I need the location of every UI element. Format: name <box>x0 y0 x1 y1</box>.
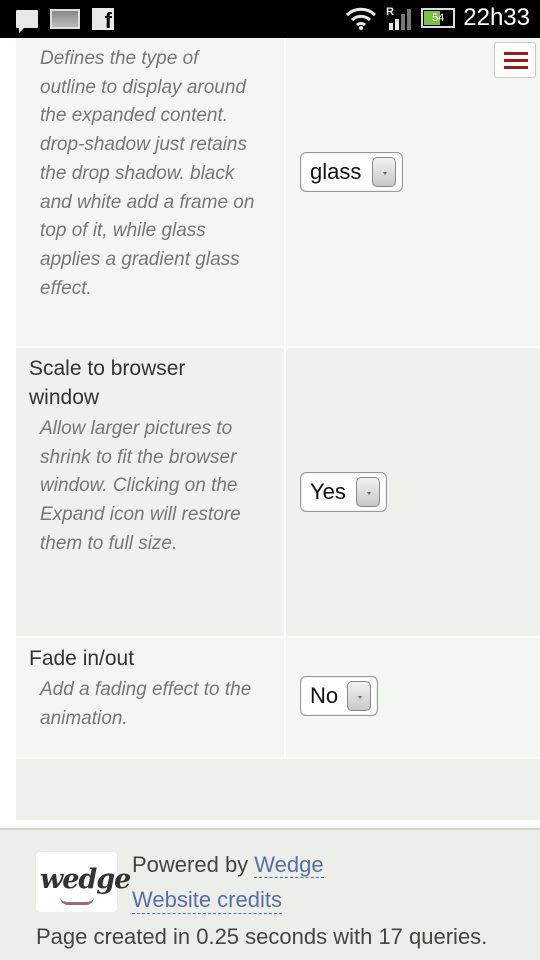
wifi-icon <box>346 7 377 30</box>
select-value: No <box>310 683 339 708</box>
setting-control-cell: glass <box>286 38 540 346</box>
setting-row-fade: Fade in/out Add a fading effect to the a… <box>16 638 540 757</box>
battery-icon: 54 <box>421 8 456 28</box>
system-icons: R 54 22h33 <box>345 4 530 32</box>
chevron-down-icon <box>347 681 371 711</box>
notification-icons: f <box>16 8 114 33</box>
select-value: glass <box>310 159 362 184</box>
setting-control-cell: Yes <box>286 348 540 636</box>
message-icon <box>16 10 38 33</box>
fade-select[interactable]: No <box>300 676 378 716</box>
powered-by-label: Powered by <box>132 852 255 877</box>
setting-description: Allow larger pictures to shrink to fit t… <box>40 418 241 554</box>
table-footer-spacer <box>16 759 540 820</box>
website-credits-link[interactable]: Website credits <box>132 887 282 914</box>
site-footer: wedge Powered by Wedge Website credits P… <box>0 828 540 960</box>
setting-description: Defines the type of outline to display a… <box>40 48 255 299</box>
hamburger-menu-icon-bar <box>504 59 528 62</box>
select-value: Yes <box>310 479 346 504</box>
setting-label-cell: Fade in/out Add a fading effect to the a… <box>16 638 284 757</box>
setting-description: Add a fading effect to the animation. <box>40 679 252 729</box>
chevron-down-icon <box>372 157 396 187</box>
signal-icon: R <box>386 6 412 30</box>
setting-label-cell: Defines the type of outline to display a… <box>16 38 284 346</box>
scale-select[interactable]: Yes <box>300 472 387 512</box>
powered-by-text: Powered by Wedge <box>132 852 324 878</box>
clock: 22h33 <box>463 4 530 31</box>
hamburger-menu-icon <box>504 52 528 55</box>
page-generation-info: Page created in 0.25 seconds with 17 que… <box>36 924 488 949</box>
chevron-down-icon <box>356 477 380 507</box>
setting-label: Scale to browser window <box>29 357 186 409</box>
setting-row-scale: Scale to browser window Allow larger pic… <box>16 348 540 636</box>
battery-level: 54 <box>432 12 445 24</box>
status-bar: f R 54 22h33 <box>0 0 540 38</box>
outline-select[interactable]: glass <box>300 152 403 192</box>
logo-swoosh <box>60 897 94 905</box>
setting-label-cell: Scale to browser window Allow larger pic… <box>16 348 284 636</box>
wedge-link[interactable]: Wedge <box>254 852 324 878</box>
setting-label: Fade in/out <box>29 647 135 670</box>
setting-control-cell: No <box>286 638 540 757</box>
logo-text: wedge <box>40 864 131 895</box>
hamburger-menu-icon-bar <box>504 66 528 69</box>
gallery-icon <box>50 9 80 29</box>
wedge-logo[interactable]: wedge <box>36 852 131 912</box>
setting-row-outline: Defines the type of outline to display a… <box>16 38 540 346</box>
facebook-icon: f <box>92 8 114 32</box>
menu-button[interactable] <box>494 42 536 78</box>
svg-text:R: R <box>386 6 394 18</box>
